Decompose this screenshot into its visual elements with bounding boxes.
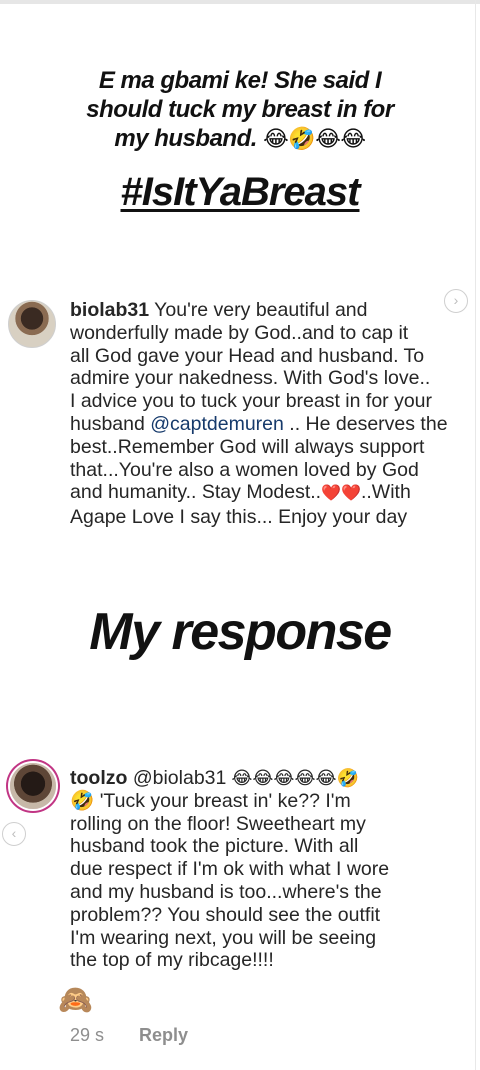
comment-username[interactable]: toolzo (70, 767, 127, 789)
comment-toolzo: toolzo @biolab31 😂😂😂😂😂🤣 🤣 'Tuck your bre… (70, 767, 470, 972)
next-arrow-button[interactable]: › (444, 289, 468, 313)
laughing-emojis: 😂🤣😂😂 (263, 126, 366, 151)
mention-captdemuren[interactable]: @captdemuren (150, 413, 284, 435)
comment-meta: 29 s (70, 1025, 104, 1046)
hashtag-title: #IsItYaBreast (120, 170, 361, 214)
comment-biolab31: biolab31 You're very beautiful and wonde… (70, 299, 468, 529)
hearts-emoji: ❤️❤️ (321, 485, 361, 503)
response-heading: My response (89, 603, 392, 661)
reply-link-wrap: Reply (139, 1025, 188, 1046)
see-no-evil-monkey-icon: 🙈 (58, 984, 93, 1015)
caption-line-2: should tuck my breast in for (86, 96, 394, 123)
caption-line-3: my husband. (114, 125, 257, 152)
avatar-toolzo[interactable] (10, 763, 56, 809)
comment-timestamp: 29 s (70, 1025, 105, 1045)
post-caption: E ma gbami ke! She said I should tuck my… (40, 66, 440, 153)
chevron-left-icon: ‹ (11, 825, 17, 841)
comment-body: 🤣 'Tuck your breast in' ke?? I'm rolling… (70, 789, 390, 972)
right-divider (475, 0, 476, 1070)
top-divider (0, 0, 480, 4)
mention-biolab31[interactable]: @biolab31 (133, 767, 227, 789)
prev-arrow-button[interactable]: ‹ (2, 822, 26, 846)
caption-line-1: E ma gbami ke! She said I (98, 67, 382, 94)
reply-button[interactable]: Reply (139, 1025, 188, 1045)
laughing-emojis: 😂😂😂😂😂🤣 (226, 768, 359, 788)
comment-username[interactable]: biolab31 (70, 299, 149, 321)
chevron-right-icon: › (453, 292, 459, 308)
avatar-biolab31[interactable] (8, 300, 56, 348)
